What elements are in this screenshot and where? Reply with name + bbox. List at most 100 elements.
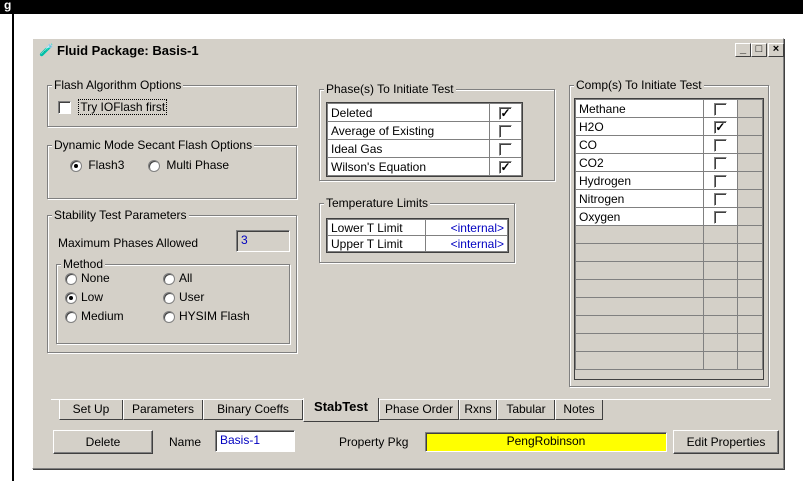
tab-tabular[interactable]: Tabular xyxy=(497,400,555,420)
comp-checkbox[interactable] xyxy=(713,138,727,152)
radio-flash3-dot[interactable] xyxy=(70,159,82,172)
comp-empty-row xyxy=(574,279,764,298)
comp-checkbox[interactable] xyxy=(713,174,727,188)
tab-notes[interactable]: Notes xyxy=(555,400,603,420)
dynamic-mode-group: Dynamic Mode Secant Flash Options Flash3… xyxy=(47,138,297,199)
radio-low[interactable]: Low xyxy=(65,290,103,304)
radio-medium[interactable]: Medium xyxy=(65,309,124,323)
radio-all-dot[interactable] xyxy=(163,272,175,285)
phase-checkbox[interactable] xyxy=(499,142,512,156)
phases-grid: Deleted ✓ Average of Existing Ideal Gas W… xyxy=(326,102,523,177)
radio-flash3-label: Flash3 xyxy=(88,158,125,172)
tab-binary-coeffs[interactable]: Binary Coeffs xyxy=(203,400,303,420)
radio-none-dot[interactable] xyxy=(65,272,77,285)
comps-legend: Comp(s) To Initiate Test xyxy=(574,78,704,92)
comp-label: Hydrogen xyxy=(574,171,705,190)
fluid-package-window: 🧪 Fluid Package: Basis-1 _ □ × Flash Alg… xyxy=(32,38,784,469)
comp-row[interactable]: CO xyxy=(574,135,764,154)
tab-stabtest[interactable]: StabTest xyxy=(303,398,379,422)
phase-label: Ideal Gas xyxy=(327,139,490,158)
comp-label: CO xyxy=(574,135,705,154)
comp-label: Oxygen xyxy=(574,207,705,226)
close-button[interactable]: × xyxy=(768,43,784,57)
comp-checkbox[interactable] xyxy=(713,102,727,116)
temperature-legend: Temperature Limits xyxy=(324,196,431,210)
comp-row[interactable]: Oxygen xyxy=(574,207,764,226)
comp-checkbox[interactable]: ✓ xyxy=(713,120,727,134)
property-pkg-field[interactable]: PengRobinson xyxy=(425,432,667,452)
max-phases-input[interactable]: 3 xyxy=(236,230,290,252)
tab-rxns[interactable]: Rxns xyxy=(459,400,497,420)
comp-label: Methane xyxy=(574,99,705,118)
tab-parameters[interactable]: Parameters xyxy=(123,400,203,420)
comp-row[interactable]: H2O ✓ xyxy=(574,117,764,136)
tab-phase-order[interactable]: Phase Order xyxy=(379,400,459,420)
flash-options-group: Flash Algorithm Options Try IOFlash firs… xyxy=(47,78,297,127)
phase-checkbox[interactable] xyxy=(499,124,512,138)
radio-user-dot[interactable] xyxy=(163,291,175,304)
title-bar[interactable]: 🧪 Fluid Package: Basis-1 _ □ × xyxy=(35,41,784,61)
comp-empty-row xyxy=(574,261,764,280)
radio-multiphase-dot[interactable] xyxy=(148,159,160,172)
comp-empty-row xyxy=(574,333,764,352)
phase-label: Wilson's Equation xyxy=(327,157,490,176)
temp-row[interactable]: Upper T Limit <internal> xyxy=(327,235,508,252)
comp-row[interactable]: Nitrogen xyxy=(574,189,764,208)
method-group: Method None Low Medium All User HYSIM Fl… xyxy=(56,257,290,344)
radio-user-label: User xyxy=(179,290,205,304)
radio-flash3[interactable]: Flash3 xyxy=(70,158,124,172)
edit-properties-button[interactable]: Edit Properties xyxy=(673,430,779,454)
delete-button[interactable]: Delete xyxy=(53,430,153,454)
comp-label: H2O xyxy=(574,117,705,136)
radio-multiphase[interactable]: Multi Phase xyxy=(148,158,229,172)
radio-all[interactable]: All xyxy=(163,271,192,285)
comp-empty-row xyxy=(574,243,764,262)
radio-user[interactable]: User xyxy=(163,290,204,304)
radio-medium-dot[interactable] xyxy=(65,310,77,323)
phases-group: Phase(s) To Initiate Test Deleted ✓ Avera… xyxy=(319,82,555,181)
phase-row[interactable]: Ideal Gas xyxy=(327,139,522,158)
temp-value[interactable]: <internal> xyxy=(425,219,508,236)
radio-low-label: Low xyxy=(81,290,104,304)
radio-none[interactable]: None xyxy=(65,271,110,285)
comp-empty-row xyxy=(574,315,764,334)
window-title: Fluid Package: Basis-1 xyxy=(57,43,199,58)
maximize-button[interactable]: □ xyxy=(751,43,767,57)
comp-checkbox[interactable] xyxy=(713,156,727,170)
phase-checkbox[interactable]: ✓ xyxy=(499,160,512,174)
phase-row[interactable]: Deleted ✓ xyxy=(327,103,522,122)
radio-multiphase-label: Multi Phase xyxy=(166,158,230,172)
comps-grid: Methane H2O ✓ CO CO2 Hydrogen Nitrogen Ox… xyxy=(574,98,764,380)
temp-row[interactable]: Lower T Limit <internal> xyxy=(327,219,508,236)
radio-hysim-flash-dot[interactable] xyxy=(163,310,175,323)
phase-label: Deleted xyxy=(327,103,490,122)
stability-group: Stability Test Parameters Maximum Phases… xyxy=(47,208,297,353)
radio-low-dot[interactable] xyxy=(65,291,77,304)
phase-row[interactable]: Average of Existing xyxy=(327,121,522,140)
comp-row[interactable]: Methane xyxy=(574,99,764,118)
radio-medium-label: Medium xyxy=(81,309,124,323)
property-pkg-label: Property Pkg xyxy=(339,435,409,449)
phase-row[interactable]: Wilson's Equation ✓ xyxy=(327,157,522,176)
flask-icon: 🧪 xyxy=(39,43,54,57)
phases-legend: Phase(s) To Initiate Test xyxy=(324,82,456,96)
comp-row[interactable]: CO2 xyxy=(574,153,764,172)
temp-value[interactable]: <internal> xyxy=(425,235,508,252)
comp-label: CO2 xyxy=(574,153,705,172)
comp-checkbox[interactable] xyxy=(713,192,727,206)
comp-empty-row xyxy=(574,297,764,316)
try-ioflash-box[interactable] xyxy=(58,101,71,115)
temp-label: Lower T Limit xyxy=(327,219,426,236)
radio-none-label: None xyxy=(81,271,110,285)
try-ioflash-label: Try IOFlash first xyxy=(78,99,168,115)
radio-hysim-flash[interactable]: HYSIM Flash xyxy=(163,309,250,323)
tab-set-up[interactable]: Set Up xyxy=(59,400,123,420)
flash-options-legend: Flash Algorithm Options xyxy=(52,78,184,92)
comp-row[interactable]: Hydrogen xyxy=(574,171,764,190)
left-border xyxy=(12,14,14,481)
phase-checkbox[interactable]: ✓ xyxy=(499,106,512,120)
minimize-button[interactable]: _ xyxy=(735,43,751,57)
name-input[interactable]: Basis-1 xyxy=(215,430,295,452)
comp-checkbox[interactable] xyxy=(713,210,727,224)
try-ioflash-checkbox[interactable]: Try IOFlash first xyxy=(58,99,168,115)
